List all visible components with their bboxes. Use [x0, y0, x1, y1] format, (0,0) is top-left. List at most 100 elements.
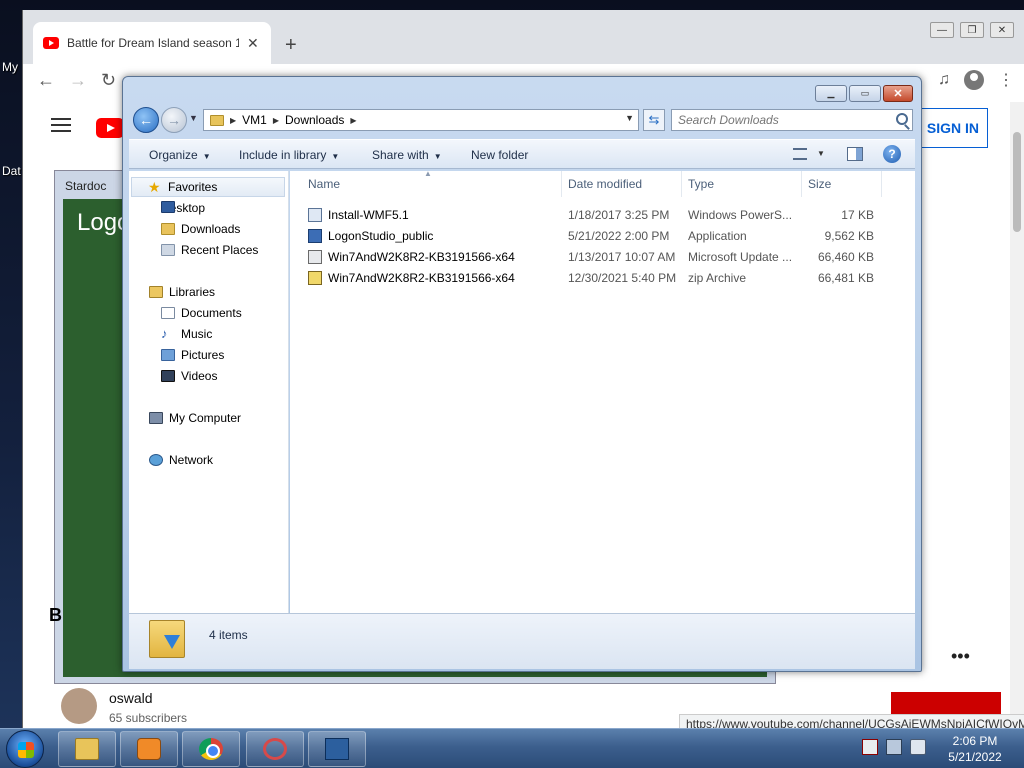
nav-item-network[interactable]: Network	[149, 453, 213, 467]
back-arrow-icon[interactable]: ←	[37, 70, 55, 91]
kebab-menu-icon[interactable]: ⋮	[998, 70, 1014, 90]
file-size: 17 KB	[841, 208, 874, 222]
desktop-icon-label[interactable]: My	[2, 60, 18, 74]
change-view-icon[interactable]	[793, 148, 807, 160]
browser-tab[interactable]: Battle for Dream Island season 1 ✕	[33, 22, 271, 64]
volume-icon[interactable]	[910, 739, 926, 755]
page-scrollbar[interactable]	[1010, 102, 1024, 722]
taskbar-snipping-tool-button[interactable]	[246, 731, 304, 767]
chevron-down-icon: ▼	[202, 152, 211, 161]
minimize-icon[interactable]: ▁	[815, 85, 847, 102]
nav-item-downloads[interactable]: Downloads	[161, 222, 240, 236]
taskbar-explorer-button[interactable]	[58, 731, 116, 767]
desktop-icon-label[interactable]: Dat	[2, 164, 21, 178]
reload-icon[interactable]: ↻	[101, 70, 116, 91]
file-row[interactable]: LogonStudio_public 5/21/2022 2:00 PM App…	[290, 226, 890, 246]
taskbar-chrome-button[interactable]	[182, 731, 240, 767]
nav-item-pictures[interactable]: Pictures	[161, 348, 224, 362]
nav-label: Recent Places	[181, 243, 259, 257]
file-row[interactable]: Win7AndW2K8R2-KB3191566-x64 1/13/2017 10…	[290, 247, 890, 267]
desktop-icon	[161, 201, 175, 213]
explorer-window-controls: ▁ ▭ ✕	[815, 85, 913, 102]
file-type: Application	[688, 229, 747, 243]
nav-item-desktop[interactable]: Desktop	[161, 201, 205, 215]
chevron-down-icon: ▼	[433, 152, 442, 161]
navigation-pane: ★ Favorites Desktop Downloads Recent Pla…	[129, 171, 289, 613]
file-name: Install-WMF5.1	[328, 208, 409, 222]
nav-item-libraries[interactable]: Libraries	[149, 285, 215, 299]
video-title-fragment: B	[49, 605, 62, 625]
search-field[interactable]	[671, 109, 913, 131]
new-folder-button[interactable]: New folder	[471, 148, 528, 162]
help-icon[interactable]: ?	[883, 145, 901, 163]
new-tab-button[interactable]: +	[285, 34, 297, 57]
search-icon[interactable]	[896, 113, 908, 125]
nav-label: Pictures	[181, 348, 225, 362]
file-row[interactable]: Win7AndW2K8R2-KB3191566-x64 12/30/2021 5…	[290, 268, 890, 288]
recent-pages-caret-icon[interactable]: ▼	[189, 113, 198, 123]
youtube-logo-icon[interactable]	[96, 118, 124, 138]
subscriber-count: 65 subscribers	[109, 711, 188, 725]
include-in-library-button[interactable]: Include in library ▼	[239, 148, 339, 162]
preview-pane-icon[interactable]	[847, 147, 863, 161]
clock[interactable]: 2:06 PM 5/21/2022	[940, 733, 1010, 765]
file-type: Windows PowerS...	[688, 208, 793, 222]
profile-icon[interactable]	[964, 70, 984, 90]
explorer-icon	[75, 738, 99, 760]
scrollbar-thumb[interactable]	[1013, 132, 1021, 232]
column-header-type[interactable]: Type	[682, 171, 802, 197]
address-dropdown-icon[interactable]: ▼	[625, 113, 634, 123]
tab-close-icon[interactable]: ✕	[247, 35, 259, 52]
media-control-icon[interactable]: ♫	[938, 71, 950, 89]
start-button[interactable]	[6, 730, 44, 768]
hamburger-menu-icon[interactable]	[51, 118, 71, 132]
close-icon[interactable]: ✕	[990, 22, 1014, 38]
action-center-flag-icon[interactable]	[862, 739, 878, 755]
include-in-library-label: Include in library	[239, 148, 327, 162]
column-header-date-modified[interactable]: Date modified	[562, 171, 682, 197]
nav-item-recent-places[interactable]: Recent Places	[161, 243, 258, 257]
column-header-size[interactable]: Size	[802, 171, 882, 197]
taskbar-media-player-button[interactable]	[120, 731, 178, 767]
forward-arrow-icon[interactable]: →	[161, 107, 187, 133]
share-with-button[interactable]: Share with ▼	[372, 148, 442, 162]
details-pane: 4 items	[129, 613, 915, 669]
channel-avatar[interactable]	[61, 688, 97, 724]
nav-item-music[interactable]: ♪ Music	[161, 327, 212, 341]
logonstudio-icon	[325, 738, 349, 760]
file-date: 12/30/2021 5:40 PM	[568, 271, 677, 285]
nav-item-videos[interactable]: Videos	[161, 369, 217, 383]
breadcrumb-separator-icon[interactable]: ▶	[230, 116, 236, 125]
minimize-icon[interactable]: —	[930, 22, 954, 38]
tab-strip: Battle for Dream Island season 1 ✕ + — ❐…	[23, 10, 1024, 64]
refresh-icon[interactable]: ⇆	[643, 109, 665, 131]
nav-item-my-computer[interactable]: My Computer	[149, 411, 241, 425]
taskbar-logonstudio-button[interactable]	[308, 731, 366, 767]
breadcrumb-separator-icon[interactable]: ▶	[273, 116, 279, 125]
organize-button[interactable]: Organize ▼	[149, 148, 211, 162]
organize-label: Organize	[149, 148, 198, 162]
file-type: Microsoft Update ...	[688, 250, 793, 264]
search-input[interactable]	[678, 113, 878, 127]
breadcrumb-downloads[interactable]: Downloads	[285, 113, 344, 127]
close-icon[interactable]: ✕	[883, 85, 913, 102]
maximize-icon[interactable]: ▭	[849, 85, 881, 102]
file-row[interactable]: Install-WMF5.1 1/18/2017 3:25 PM Windows…	[290, 205, 890, 225]
restore-icon[interactable]: ❐	[960, 22, 984, 38]
chevron-down-icon[interactable]: ▼	[817, 149, 825, 158]
share-with-label: Share with	[372, 148, 429, 162]
file-date: 1/13/2017 10:07 AM	[568, 250, 676, 264]
address-bar[interactable]: ▶ VM1 ▶ Downloads ▶ ▼	[203, 109, 639, 131]
breadcrumb-vm1[interactable]: VM1	[242, 113, 267, 127]
breadcrumb-separator-icon[interactable]: ▶	[350, 116, 356, 125]
channel-name[interactable]: oswald	[109, 690, 153, 706]
nav-item-documents[interactable]: Documents	[161, 306, 242, 320]
forward-arrow-icon[interactable]: →	[69, 70, 87, 91]
nav-label: Network	[169, 453, 214, 467]
more-actions-icon[interactable]: •••	[951, 646, 970, 667]
back-arrow-icon[interactable]: ←	[133, 107, 159, 133]
tab-title: Battle for Dream Island season 1	[67, 36, 239, 50]
nav-item-favorites[interactable]: ★ Favorites	[131, 177, 285, 197]
column-header-name[interactable]: ▲ Name	[290, 169, 562, 197]
network-tray-icon[interactable]	[886, 739, 902, 755]
